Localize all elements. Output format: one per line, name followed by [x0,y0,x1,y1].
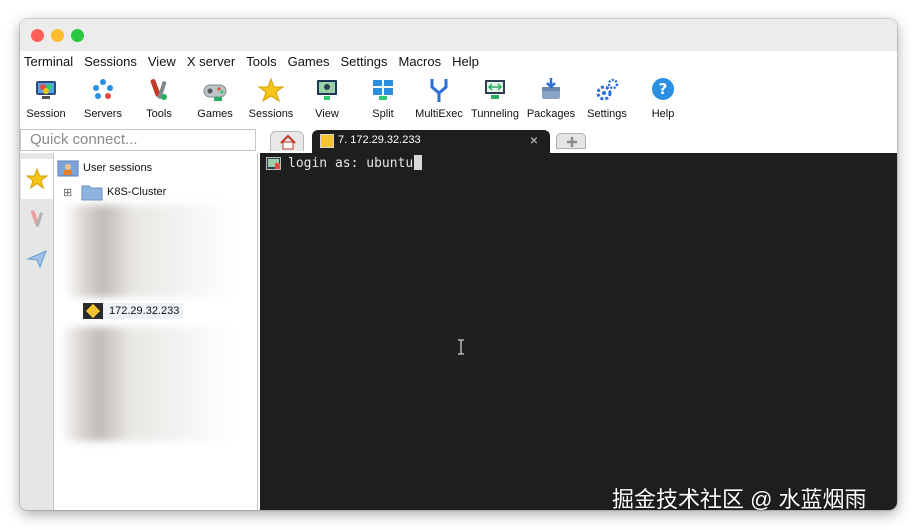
menu-tools[interactable]: Tools [242,54,283,69]
terminal-view[interactable]: login as: ubuntu [260,153,897,510]
packages-icon [542,78,560,99]
star-icon [26,168,48,190]
new-tab-button[interactable] [556,133,586,149]
packages-button[interactable]: Packages [523,75,579,120]
games-icon [203,84,227,101]
tools-icon [30,210,43,227]
user-sessions-root[interactable]: User sessions [57,159,152,177]
mobaxterm-window: Terminal Sessions View X server Tools Ga… [20,19,897,510]
tools-icon [150,79,167,100]
tools-label: Tools [146,108,172,120]
menu-x-server[interactable]: X server [183,54,242,69]
settings-button[interactable]: Settings [579,75,635,120]
menu-sessions[interactable]: Sessions [80,54,144,69]
k8s-cluster-label: K8S-Cluster [107,186,167,198]
session-button[interactable]: Session [20,75,74,120]
packages-label: Packages [526,108,576,120]
tab-session-7[interactable]: 7. 172.29.32.233 × [312,130,550,153]
terminal-prompt: login as: ubuntu [288,156,414,171]
tab-close-icon[interactable]: × [530,132,538,148]
paper-plane-icon [26,250,47,269]
sidebar-tab-sftp[interactable] [21,239,53,279]
gear-icon [596,78,619,101]
session-item-label: 172.29.32.233 [109,305,180,317]
servers-label: Servers [84,108,122,120]
tunneling-button[interactable]: Tunneling [467,75,523,120]
tab-session-label: 7. 172.29.32.233 [338,134,421,146]
menu-games[interactable]: Games [284,54,337,69]
menu-bar: Terminal Sessions View X server Tools Ga… [20,51,897,72]
games-label: Games [197,108,233,120]
menu-help[interactable]: Help [448,54,486,69]
home-tab[interactable] [270,131,304,151]
multiexec-icon [430,79,448,102]
blurred-session-list [65,205,235,297]
tunneling-label: Tunneling [471,108,519,120]
tab-strip: 7. 172.29.32.233 × [260,129,897,153]
close-window-button[interactable] [31,29,44,42]
settings-label: Settings [587,108,627,120]
terminal-cursor [414,155,423,170]
session-item-172-29-32-233[interactable]: 172.29.32.233 [83,303,184,319]
blurred-session-list [61,327,233,441]
title-bar [20,19,897,51]
games-button[interactable]: Games [187,75,243,120]
view-icon [317,80,337,100]
split-label: Split [372,108,394,120]
view-button[interactable]: View [299,75,355,120]
key-icon [320,134,334,148]
star-icon [257,77,285,103]
split-icon [373,80,393,100]
sidebar-tab-sessions[interactable] [21,159,53,199]
user-sessions-label: User sessions [83,162,153,174]
servers-icon [93,79,113,99]
expand-icon[interactable]: ⊞ [63,186,75,199]
minimize-window-button[interactable] [51,29,64,42]
sessions-panel: User sessions ⊞ K8S-Cluster 172.29.32.23… [55,153,258,510]
terminal-line: login as: ubuntu [288,155,423,171]
tunneling-icon [485,80,505,99]
session-icon [36,81,56,99]
help-icon: ? [652,78,674,100]
multiexec-button[interactable]: MultiExec [411,75,467,120]
menu-macros[interactable]: Macros [394,54,448,69]
menu-terminal[interactable]: Terminal [20,54,80,69]
user-folder-icon [57,160,79,177]
sidebar-tabs [20,153,54,510]
sessions-button[interactable]: Sessions [243,75,299,120]
servers-button[interactable]: Servers [75,75,131,120]
menu-settings[interactable]: Settings [337,54,395,69]
key-icon [83,303,103,319]
quick-connect-input[interactable]: Quick connect... [20,129,256,151]
text-cursor-icon [458,339,464,355]
menu-view[interactable]: View [144,54,183,69]
home-icon [280,134,296,150]
view-label: View [315,108,339,120]
tools-button[interactable]: Tools [131,75,187,120]
help-button[interactable]: ? Help [635,75,691,120]
svg-text:?: ? [659,80,668,98]
folder-icon [81,185,103,201]
k8s-cluster-folder[interactable]: ⊞ K8S-Cluster [63,183,166,201]
maximize-window-button[interactable] [71,29,84,42]
help-label: Help [651,108,675,120]
split-button[interactable]: Split [355,75,411,120]
multiexec-label: MultiExec [415,108,463,120]
session-label: Session [26,108,66,120]
sessions-label: Sessions [248,108,294,120]
toolbar: Session Servers Tools Games Sessions Vie… [20,73,897,125]
terminal-icon [266,157,281,170]
watermark: 掘金技术社区 @ 水蓝烟雨 [612,487,867,512]
sidebar-tab-tools[interactable] [21,199,53,239]
plus-icon [567,137,577,147]
